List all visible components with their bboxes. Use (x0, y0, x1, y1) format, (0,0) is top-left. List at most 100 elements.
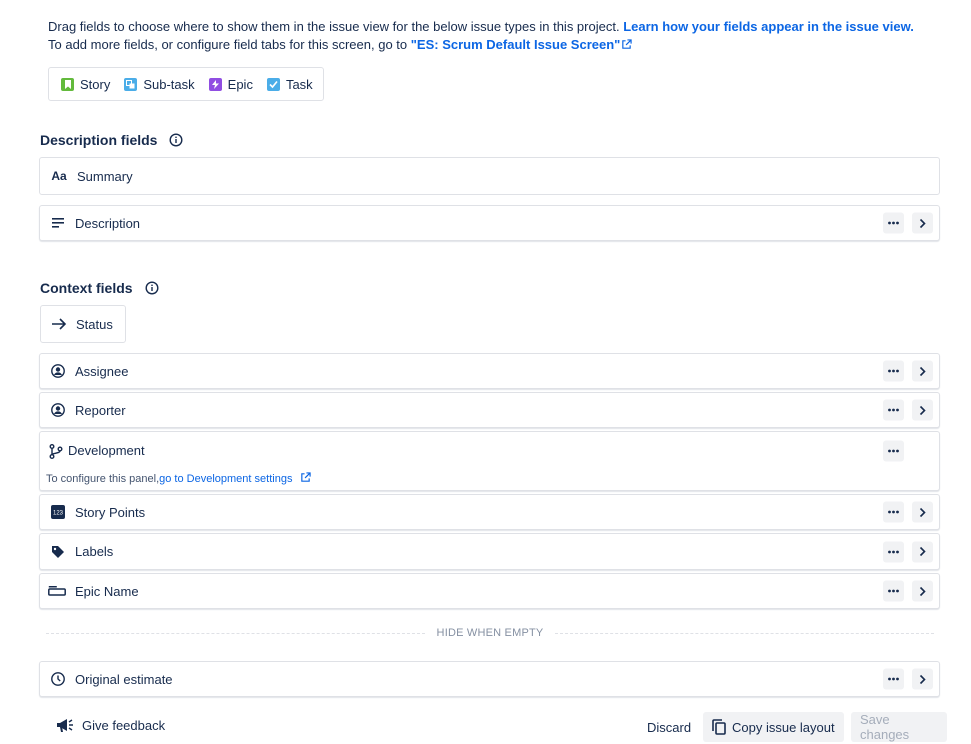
chevron-right-icon[interactable] (912, 541, 933, 562)
copy-issue-layout-label: Copy issue layout (732, 719, 835, 735)
field-assignee[interactable]: Assignee (39, 353, 940, 389)
field-label: Status (76, 316, 113, 332)
field-label: Original estimate (75, 671, 173, 687)
field-label: Epic Name (75, 583, 139, 599)
hide-when-empty-divider: HIDE WHEN EMPTY (46, 627, 934, 639)
chevron-right-icon[interactable] (912, 580, 933, 602)
discard-label: Discard (647, 719, 692, 735)
field-label: Description (75, 215, 141, 231)
copy-issue-layout-button[interactable]: Copy issue layout (703, 712, 844, 742)
tag-icon (50, 544, 66, 560)
info-icon[interactable] (169, 133, 183, 147)
clock-icon (50, 671, 66, 687)
screen-link-label: "ES: Scrum Default Issue Screen" (410, 37, 621, 52)
save-changes-label: Save changes (860, 712, 910, 742)
task-icon (266, 77, 280, 91)
field-reporter[interactable]: Reporter (39, 392, 940, 428)
chevron-right-icon[interactable] (912, 212, 933, 234)
field-status[interactable]: Status (40, 305, 126, 343)
info-icon[interactable] (145, 281, 159, 295)
hide-when-empty-label: HIDE WHEN EMPTY (436, 627, 544, 639)
field-description[interactable]: Description (39, 205, 940, 241)
issue-type-label: Story (80, 76, 111, 92)
field-labels[interactable]: Labels (39, 533, 940, 570)
intro-line-1: Drag fields to choose where to show them… (48, 18, 914, 36)
epic-icon (208, 77, 222, 91)
issue-type-label: Epic (227, 76, 253, 92)
development-note: To configure this panel,go to Developmen… (46, 472, 311, 485)
learn-fields-link[interactable]: Learn how your fields appear in the issu… (623, 19, 914, 34)
intro-line-2: To add more fields, or configure field t… (48, 36, 914, 54)
more-options-button[interactable] (883, 580, 904, 602)
chevron-right-icon[interactable] (912, 399, 933, 421)
arrow-right-icon (51, 316, 67, 332)
svg-text:123: 123 (53, 511, 64, 517)
issue-type-subtask: Sub-task (124, 76, 195, 92)
chevron-right-icon[interactable] (912, 360, 933, 382)
give-feedback-button[interactable]: Give feedback (56, 717, 165, 733)
field-original-estimate[interactable]: Original estimate (39, 661, 940, 697)
story-icon (61, 77, 74, 91)
field-actions (883, 212, 933, 234)
person-icon (50, 363, 66, 379)
person-icon (50, 402, 66, 418)
field-label: Labels (75, 544, 114, 559)
field-actions (883, 399, 933, 421)
issue-types-list: Story Sub-task Epic Task (48, 67, 324, 101)
field-label: Summary (77, 168, 133, 184)
intro-text-1: Drag fields to choose where to show them… (48, 19, 620, 34)
more-options-button[interactable] (883, 541, 904, 562)
issue-type-label: Sub-task (143, 76, 195, 92)
field-label: Story Points (75, 504, 146, 520)
issue-type-label: Task (285, 76, 313, 92)
external-link-icon (300, 472, 311, 482)
more-options-button[interactable] (883, 440, 904, 462)
field-label: Reporter (75, 402, 126, 418)
discard-button[interactable]: Discard (638, 712, 700, 742)
development-note-text: To configure this panel, (46, 473, 160, 485)
subtask-icon (124, 77, 138, 91)
issue-type-story: Story (61, 77, 110, 92)
field-label: Development (68, 443, 145, 458)
field-actions (883, 541, 933, 562)
more-options-button[interactable] (883, 501, 904, 523)
intro-text: Drag fields to choose where to show them… (48, 18, 914, 54)
field-development[interactable]: Development To configure this panel,go t… (39, 431, 940, 491)
divider-line (46, 632, 425, 634)
issue-type-task: Task (266, 76, 313, 92)
more-options-button[interactable] (883, 668, 904, 690)
more-options-button[interactable] (883, 360, 904, 382)
give-feedback-label: Give feedback (82, 717, 166, 733)
issue-type-epic: Epic (208, 76, 253, 92)
description-fields-heading: Description fields (40, 132, 183, 148)
megaphone-icon (57, 719, 73, 732)
text-icon: Aa (51, 169, 67, 183)
field-story-points[interactable]: 123 Story Points (39, 494, 940, 530)
external-link-icon (622, 39, 633, 49)
field-actions (883, 668, 933, 690)
field-summary[interactable]: Aa Summary (39, 157, 940, 195)
more-options-button[interactable] (883, 212, 904, 234)
branch-icon (48, 443, 64, 459)
field-actions (883, 440, 933, 462)
footer-bar: Give feedback Discard Copy issue layout … (0, 708, 971, 744)
field-actions (883, 580, 933, 602)
field-actions (883, 360, 933, 382)
section-title: Description fields (40, 132, 158, 148)
save-changes-button[interactable]: Save changes (851, 712, 947, 742)
paragraph-icon (50, 215, 66, 231)
copy-icon (712, 719, 726, 735)
intro-text-2: To add more fields, or configure field t… (48, 37, 408, 52)
chevron-right-icon[interactable] (912, 668, 933, 690)
development-settings-link[interactable]: go to Development settings (159, 473, 292, 485)
field-label: Assignee (75, 363, 129, 379)
screen-link[interactable]: "ES: Scrum Default Issue Screen" (411, 37, 633, 52)
field-epic-name[interactable]: Epic Name (39, 573, 940, 609)
number-icon: 123 (50, 504, 66, 520)
more-options-button[interactable] (883, 399, 904, 421)
short-text-icon (48, 583, 66, 599)
chevron-right-icon[interactable] (912, 501, 933, 523)
section-title: Context fields (40, 280, 133, 296)
divider-line (555, 632, 934, 634)
field-actions (883, 501, 933, 523)
